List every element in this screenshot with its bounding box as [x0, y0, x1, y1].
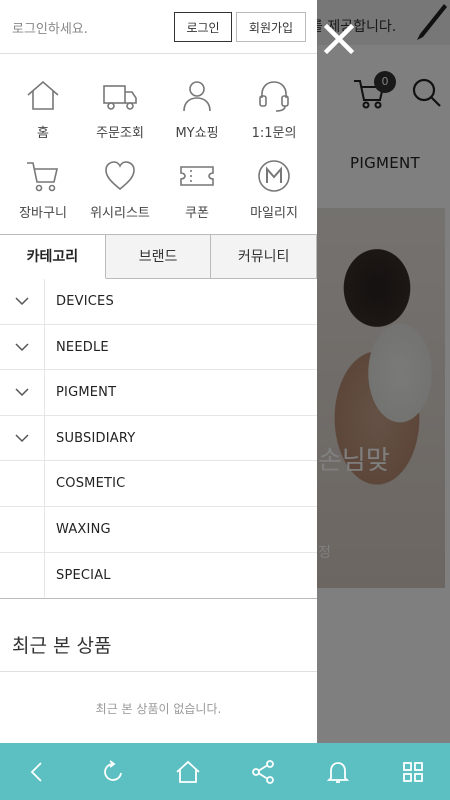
chevron-down-icon — [15, 388, 29, 397]
category-label: NEEDLE — [56, 339, 109, 355]
quick-item-label: 장바구니 — [19, 206, 67, 221]
join-button[interactable]: 회원가입 — [236, 12, 306, 42]
drawer-header: 로그인하세요. 로그인 회원가입 — [0, 0, 317, 54]
quick-item-mileage[interactable]: 마일리지 — [236, 158, 312, 224]
side-drawer: 로그인하세요. 로그인 회원가입 홈 주문조회 MY쇼핑 1:1문의 장바구니 … — [0, 0, 318, 743]
category-item-waxing[interactable]: WAXING — [0, 506, 317, 553]
home-icon[interactable] — [175, 759, 201, 785]
category-label: SPECIAL — [56, 567, 111, 583]
drawer-tabs: 카테고리 브랜드 커뮤니티 — [0, 234, 318, 279]
bottom-nav-bar — [0, 743, 450, 800]
category-item-cosmetic[interactable]: COSMETIC — [0, 461, 317, 507]
login-button[interactable]: 로그인 — [174, 12, 232, 42]
quick-item-label: 쿠폰 — [185, 206, 209, 221]
home-icon — [27, 80, 59, 110]
category-toggle-empty — [0, 552, 45, 599]
category-label: SUBSIDIARY — [56, 430, 136, 446]
quick-item-label: MY쇼핑 — [175, 126, 219, 141]
category-item-needle[interactable]: NEEDLE — [0, 324, 317, 371]
category-label: COSMETIC — [56, 476, 126, 492]
category-item-pigment[interactable]: PIGMENT — [0, 370, 317, 416]
login-prompt: 로그인하세요. — [12, 22, 88, 37]
category-toggle[interactable] — [0, 415, 45, 461]
cart-icon — [27, 162, 59, 192]
quick-item-label: 위시리스트 — [90, 206, 150, 221]
quick-item-label: 홈 — [37, 126, 49, 141]
category-toggle[interactable] — [0, 279, 45, 324]
tab-brand[interactable]: 브랜드 — [105, 234, 212, 279]
quick-item-cart[interactable]: 장바구니 — [5, 158, 81, 224]
close-icon[interactable] — [322, 22, 356, 56]
category-toggle-empty — [0, 506, 45, 552]
category-toggle[interactable] — [0, 370, 45, 415]
category-label: DEVICES — [56, 294, 114, 309]
quick-item-inquiry[interactable]: 1:1문의 — [236, 78, 312, 144]
quick-menu: 홈 주문조회 MY쇼핑 1:1문의 장바구니 위시리스트 쿠폰 마일리지 — [0, 54, 317, 235]
category-list: DEVICES NEEDLE PIGMENT SUBSIDIARY COSMET… — [0, 279, 317, 600]
quick-item-label: 1:1문의 — [251, 126, 297, 141]
quick-item-orders[interactable]: 주문조회 — [82, 78, 158, 144]
user-icon — [183, 81, 211, 112]
recent-products-empty: 최근 본 상품이 없습니다. — [95, 702, 222, 716]
tab-community[interactable]: 커뮤니티 — [211, 234, 318, 279]
category-toggle-empty — [0, 461, 45, 506]
quick-item-wishlist[interactable]: 위시리스트 — [82, 158, 158, 224]
share-icon[interactable] — [250, 759, 276, 785]
category-item-subsidiary[interactable]: SUBSIDIARY — [0, 415, 317, 462]
truck-icon — [103, 85, 137, 110]
quick-item-coupon[interactable]: 쿠폰 — [159, 158, 235, 224]
heart-icon — [105, 161, 135, 191]
quick-item-label: 마일리지 — [250, 206, 298, 221]
bell-icon[interactable] — [325, 759, 351, 785]
category-toggle[interactable] — [0, 324, 45, 370]
refresh-icon[interactable] — [100, 759, 126, 785]
chevron-down-icon — [15, 434, 29, 443]
grid-icon[interactable] — [400, 759, 426, 785]
recent-products-title: 최근 본 상품 — [0, 620, 317, 672]
quick-item-home[interactable]: 홈 — [5, 78, 81, 144]
back-icon[interactable] — [25, 759, 51, 785]
tab-category[interactable]: 카테고리 — [0, 234, 106, 279]
quick-item-label: 주문조회 — [96, 126, 144, 141]
chevron-down-icon — [15, 297, 29, 306]
category-label: WAXING — [56, 521, 111, 537]
category-item-special[interactable]: SPECIAL — [0, 552, 317, 599]
recent-products: 최근 본 상품 최근 본 상품이 없습니다. — [0, 620, 317, 717]
quick-item-myshopping[interactable]: MY쇼핑 — [159, 78, 235, 144]
headset-icon — [259, 81, 289, 112]
category-label: PIGMENT — [56, 385, 117, 401]
mileage-icon — [258, 160, 290, 192]
coupon-icon — [180, 166, 214, 186]
chevron-down-icon — [15, 343, 29, 351]
category-item-devices[interactable]: DEVICES — [0, 279, 317, 325]
